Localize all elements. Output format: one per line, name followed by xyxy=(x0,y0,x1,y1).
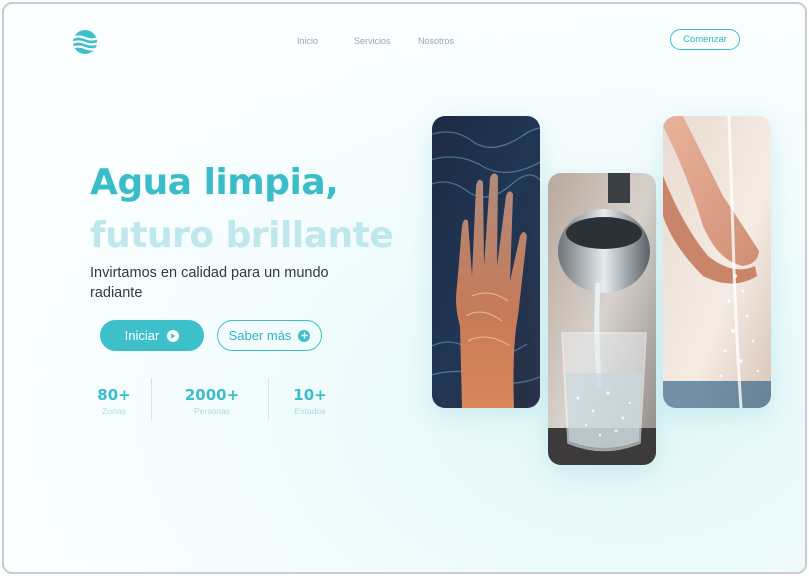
hero-title-line2: futuro brillante xyxy=(90,215,394,256)
stat-zonas: 80+ Zonas xyxy=(92,386,136,416)
hero-title-line1: Agua limpia, xyxy=(90,162,339,203)
stat-value: 10+ xyxy=(293,386,327,404)
water-logo-icon[interactable] xyxy=(72,29,98,55)
stat-label: Estados xyxy=(294,406,326,416)
stat-divider xyxy=(268,378,269,420)
plus-icon xyxy=(298,329,311,342)
stat-value: 2000+ xyxy=(184,386,240,404)
iniciar-button-label: Iniciar xyxy=(124,328,160,343)
hand-in-water-photo xyxy=(432,116,540,408)
nav-link-inicio[interactable]: Inicio xyxy=(297,36,318,46)
landing-page: Inicio Servicios Nosotros Comenzar Agua … xyxy=(2,2,807,574)
stat-label: Zonas xyxy=(102,406,126,416)
stat-estados: 10+ Estados xyxy=(288,386,332,416)
hands-under-water-stream-photo xyxy=(663,116,771,408)
stat-label: Personas xyxy=(194,406,230,416)
hero-subtitle: Invirtamos en calidad para un mundo radi… xyxy=(90,265,329,301)
saber-mas-button[interactable]: Saber más xyxy=(217,320,322,351)
water-pouring-glass-photo xyxy=(548,173,656,465)
iniciar-button[interactable]: Iniciar xyxy=(100,320,204,351)
stat-divider xyxy=(151,378,152,420)
stat-personas: 2000+ Personas xyxy=(184,386,240,416)
stat-value: 80+ xyxy=(97,386,131,404)
comenzar-button[interactable]: Comenzar xyxy=(670,29,740,50)
nav-link-nosotros[interactable]: Nosotros xyxy=(418,36,454,46)
play-icon xyxy=(167,329,180,342)
nav-link-servicios[interactable]: Servicios xyxy=(354,36,391,46)
saber-mas-button-label: Saber más xyxy=(228,328,292,343)
